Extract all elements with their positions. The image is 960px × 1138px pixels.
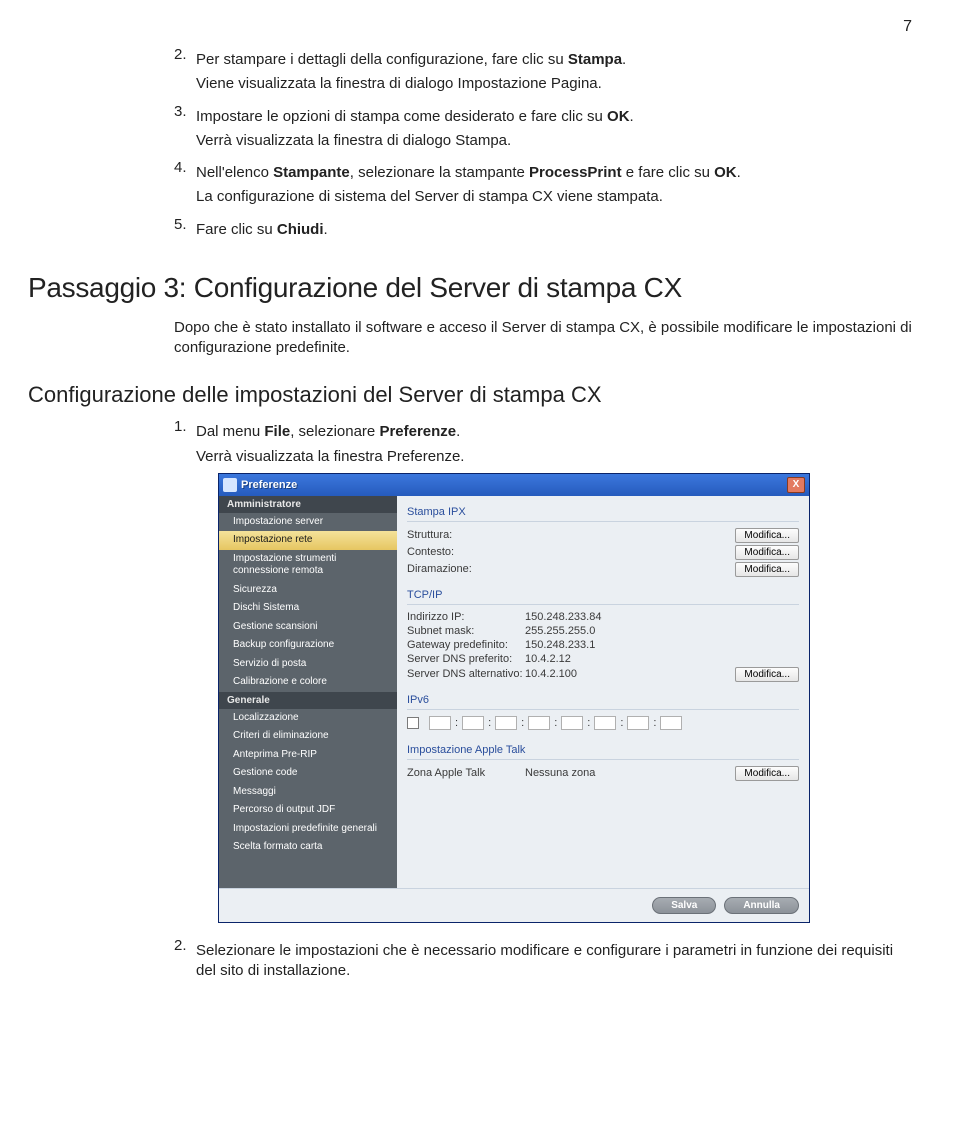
step-number: 2.: [174, 937, 196, 986]
steps-top: 2. Per stampare i dettagli della configu…: [174, 46, 912, 244]
step-follow: Verrà visualizzata la finestra di dialog…: [196, 131, 912, 151]
label-gateway: Gateway predefinito:: [407, 639, 525, 651]
steps-bottom: 1. Dal menu File, selezionare Preferenze…: [174, 418, 912, 985]
value-subnet: 255.255.255.0: [525, 625, 799, 637]
sidebar-item-security[interactable]: Sicurezza: [219, 581, 397, 600]
cancel-button[interactable]: Annulla: [724, 897, 799, 914]
sidebar-item-general-defaults[interactable]: Impostazioni predefinite generali: [219, 820, 397, 839]
group-appletalk: Impostazione Apple Talk: [407, 740, 799, 760]
sidebar-item-calibration[interactable]: Calibrazione e colore: [219, 673, 397, 692]
sidebar-section-general: Generale: [219, 692, 397, 709]
sidebar-item-pre-rip[interactable]: Anteprima Pre-RIP: [219, 746, 397, 765]
ipv6-segment[interactable]: [462, 716, 484, 730]
ipv6-segment[interactable]: [594, 716, 616, 730]
sidebar-item-messages[interactable]: Messaggi: [219, 783, 397, 802]
step-text: Dal menu File, selezionare Preferenze.: [196, 422, 912, 442]
step-follow: Viene visualizzata la finestra di dialog…: [196, 74, 912, 94]
sidebar-item-system-disks[interactable]: Dischi Sistema: [219, 599, 397, 618]
app-icon: [223, 478, 237, 492]
step-number: 2.: [174, 46, 196, 99]
modify-button[interactable]: Modifica...: [735, 528, 799, 543]
ipv6-segment[interactable]: [660, 716, 682, 730]
step-number: 1.: [174, 418, 196, 933]
value-ip: 150.248.233.84: [525, 611, 799, 623]
modify-button[interactable]: Modifica...: [735, 766, 799, 781]
sidebar-item-paper-format[interactable]: Scelta formato carta: [219, 838, 397, 857]
titlebar[interactable]: Preferenze X: [219, 474, 809, 496]
label-dns2: Server DNS alternativo:: [407, 668, 525, 680]
ipv6-segment[interactable]: [627, 716, 649, 730]
sidebar-item-jdf-output[interactable]: Percorso di output JDF: [219, 801, 397, 820]
value-dns1: 10.4.2.12: [525, 653, 799, 665]
sidebar: Amministratore Impostazione server Impos…: [219, 496, 397, 888]
sidebar-item-mail[interactable]: Servizio di posta: [219, 655, 397, 674]
preferences-window: Preferenze X Amministratore Impostazione…: [218, 473, 810, 923]
value-apple-zone: Nessuna zona: [525, 767, 735, 779]
step-text: Nell'elenco Stampante, selezionare la st…: [196, 163, 912, 183]
sidebar-item-network[interactable]: Impostazione rete: [219, 531, 397, 550]
sidebar-item-backup[interactable]: Backup configurazione: [219, 636, 397, 655]
label-ip: Indirizzo IP:: [407, 611, 525, 623]
modify-button[interactable]: Modifica...: [735, 545, 799, 560]
sidebar-item-deletion[interactable]: Criteri di eliminazione: [219, 727, 397, 746]
main-panel: Stampa IPX Struttura: Modifica... Contest…: [397, 496, 809, 888]
modify-button[interactable]: Modifica...: [735, 562, 799, 577]
dialog-footer: Salva Annulla: [219, 888, 809, 922]
heading-1: Passaggio 3: Configurazione del Server d…: [28, 272, 912, 304]
ipv6-checkbox[interactable]: [407, 717, 419, 729]
step-follow: Verrà visualizzata la finestra Preferenz…: [196, 447, 912, 467]
sidebar-section-admin: Amministratore: [219, 496, 397, 513]
step-text: Per stampare i dettagli della configuraz…: [196, 50, 912, 70]
step-number: 3.: [174, 103, 196, 156]
step-follow: La configurazione di sistema del Server …: [196, 187, 912, 207]
step-text: Fare clic su Chiudi.: [196, 220, 912, 240]
step-text: Selezionare le impostazioni che è necess…: [196, 941, 912, 982]
window-title: Preferenze: [241, 479, 297, 491]
label-apple-zone: Zona Apple Talk: [407, 767, 525, 779]
group-tcpip: TCP/IP: [407, 585, 799, 605]
step-number: 5.: [174, 216, 196, 244]
close-icon[interactable]: X: [787, 477, 805, 493]
group-ipx: Stampa IPX: [407, 502, 799, 522]
sidebar-item-scan-management[interactable]: Gestione scansioni: [219, 618, 397, 637]
sidebar-item-localization[interactable]: Localizzazione: [219, 709, 397, 728]
page-number: 7: [28, 18, 912, 36]
step-number: 4.: [174, 159, 196, 212]
label-struttura: Struttura:: [407, 529, 525, 541]
sidebar-item-server[interactable]: Impostazione server: [219, 513, 397, 532]
heading-2: Configurazione delle impostazioni del Se…: [28, 382, 912, 408]
sidebar-item-queues[interactable]: Gestione code: [219, 764, 397, 783]
save-button[interactable]: Salva: [652, 897, 716, 914]
label-contesto: Contesto:: [407, 546, 525, 558]
label-dns1: Server DNS preferito:: [407, 653, 525, 665]
label-subnet: Subnet mask:: [407, 625, 525, 637]
sidebar-item-remote-tools[interactable]: Impostazione strumenti connessione remot…: [219, 550, 397, 581]
ipv6-segment[interactable]: [528, 716, 550, 730]
value-dns2: 10.4.2.100: [525, 668, 735, 680]
h1-paragraph: Dopo che è stato installato il software …: [174, 318, 912, 359]
ipv6-segment[interactable]: [429, 716, 451, 730]
step-text: Impostare le opzioni di stampa come desi…: [196, 107, 912, 127]
modify-button[interactable]: Modifica...: [735, 667, 799, 682]
group-ipv6: IPv6: [407, 690, 799, 710]
ipv6-segment[interactable]: [561, 716, 583, 730]
label-diramazione: Diramazione:: [407, 563, 525, 575]
ipv6-segment[interactable]: [495, 716, 517, 730]
value-gateway: 150.248.233.1: [525, 639, 799, 651]
